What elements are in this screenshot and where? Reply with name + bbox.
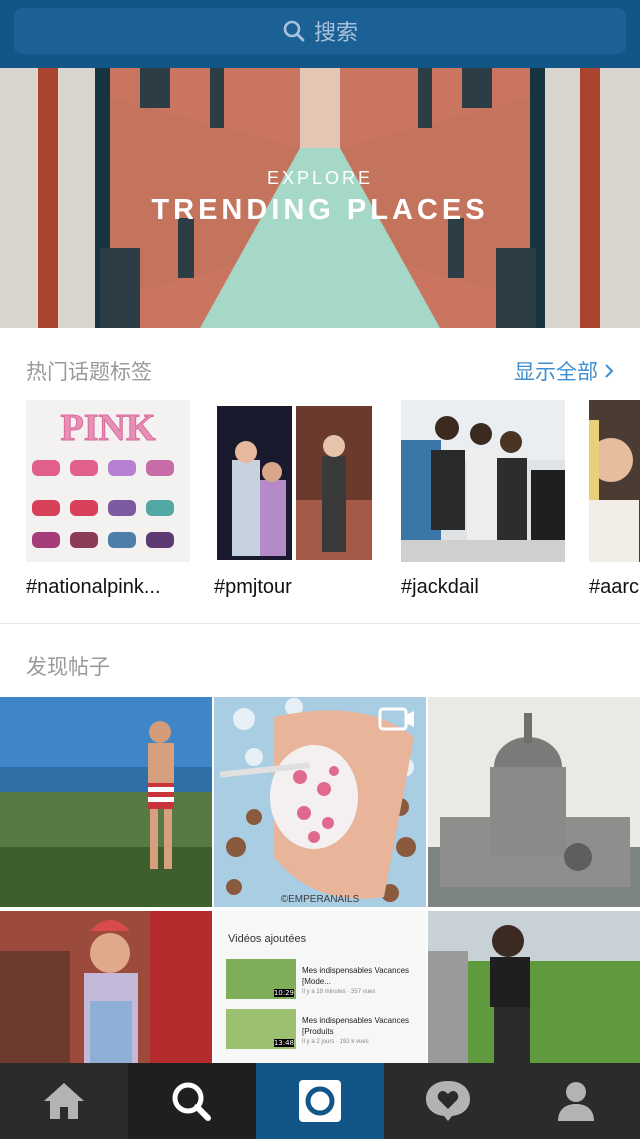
tag-card[interactable]: #aarc	[589, 400, 640, 599]
nav-profile-tab[interactable]	[512, 1063, 640, 1139]
nav-search-tab[interactable]	[128, 1063, 256, 1139]
header-bar: 搜索	[0, 0, 640, 68]
video-duration: 13:48	[273, 1039, 294, 1047]
search-icon	[283, 20, 305, 42]
video-thumbnail: 13:48	[226, 1009, 296, 1049]
tag-label: #pmjtour	[214, 576, 292, 598]
banner-title: TRENDING PLACES	[151, 194, 489, 226]
banner-kicker: EXPLORE	[266, 168, 374, 188]
trending-places-banner[interactable]: EXPLORE TRENDING PLACES	[0, 68, 640, 328]
tag-card[interactable]: PINK #nationalpink...	[26, 400, 190, 599]
tag-label: #aarc	[589, 576, 640, 598]
video-thumbnail: 10:29	[226, 959, 296, 999]
tag-thumbnail: PINK	[26, 400, 190, 562]
nav-home-tab[interactable]	[0, 1063, 128, 1139]
nav-camera-tab[interactable]	[256, 1063, 384, 1139]
bottom-nav	[0, 1063, 640, 1139]
post-thumbnail[interactable]: ©EMPERANAILS	[214, 697, 426, 907]
trending-tags-row: PINK #nationalpink... #pmjtour #jackdail…	[0, 400, 640, 610]
post-thumbnail[interactable]	[428, 911, 640, 1063]
section-divider	[0, 623, 640, 624]
search-icon	[172, 1082, 211, 1121]
camera-icon	[299, 1080, 341, 1122]
search-input[interactable]: 搜索	[14, 8, 626, 54]
tag-thumbnail	[401, 400, 565, 562]
tag-label: #jackdail	[401, 576, 479, 598]
profile-icon	[558, 1082, 594, 1121]
post-thumbnail[interactable]	[0, 911, 212, 1063]
show-all-link[interactable]: 显示全部	[514, 356, 614, 386]
tag-thumbnail	[214, 400, 378, 562]
activity-heart-icon	[426, 1081, 470, 1121]
discover-heading: 发现帖子	[26, 655, 110, 679]
tag-card[interactable]: #pmjtour	[214, 400, 378, 599]
video-meta: Il y a 2 jours · 192 k vues	[302, 1039, 369, 1045]
video-meta: Il y a 19 minutes · 357 vues	[302, 989, 376, 995]
post-watermark: ©EMPERANAILS	[281, 894, 360, 905]
discover-grid: ©EMPERANAILS Vidéos ajoutées 10:29 Mes i…	[0, 697, 640, 1063]
show-all-label: 显示全部	[514, 360, 598, 384]
post-thumbnail[interactable]	[428, 697, 640, 907]
post-thumbnail[interactable]	[0, 697, 212, 907]
pink-sign-text: PINK	[61, 407, 156, 449]
nav-activity-tab[interactable]	[384, 1063, 512, 1139]
video-list-header: Vidéos ajoutées	[228, 933, 307, 945]
home-icon	[44, 1083, 84, 1119]
chevron-right-icon	[605, 364, 614, 378]
tag-thumbnail	[589, 400, 640, 562]
trending-tags-heading: 热门话题标签	[26, 360, 152, 384]
video-list-post[interactable]: Vidéos ajoutées 10:29 Mes indispensables…	[214, 911, 426, 1063]
video-duration: 10:29	[273, 989, 294, 997]
video-title: Mes indispensables Vacances [Mode...	[302, 966, 410, 986]
search-placeholder: 搜索	[313, 21, 358, 46]
video-title: Mes indispensables Vacances [Produits	[302, 1016, 410, 1036]
tag-card[interactable]: #jackdail	[401, 400, 565, 599]
tag-label: #nationalpink...	[26, 576, 161, 598]
